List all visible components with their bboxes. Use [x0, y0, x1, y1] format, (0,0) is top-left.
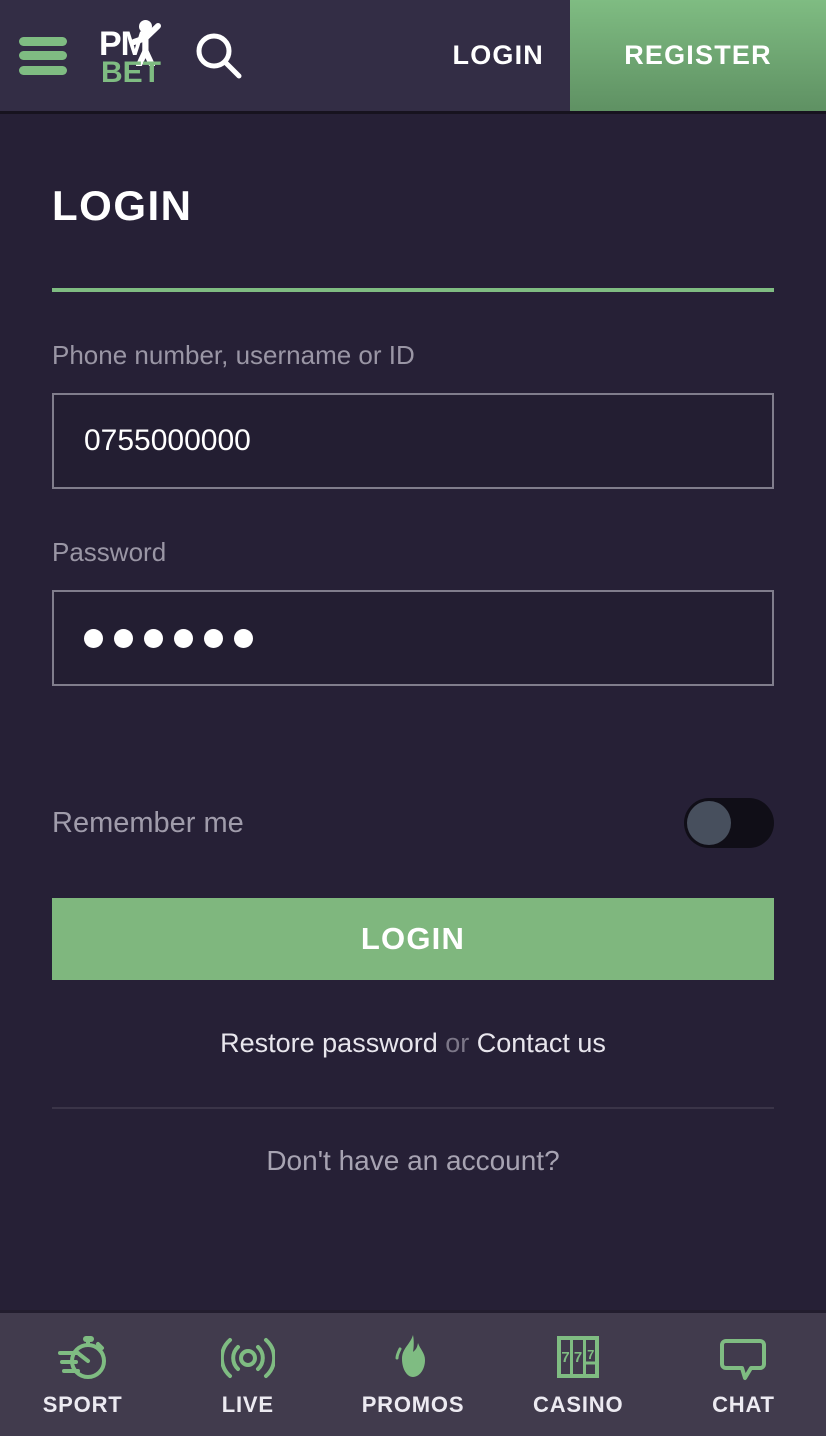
remember-me-toggle[interactable] — [684, 798, 774, 848]
svg-text:7: 7 — [562, 1349, 570, 1366]
slot-machine-777-icon: 7 7 7 — [557, 1336, 600, 1378]
password-dot — [144, 628, 163, 648]
logo-text-secondary: BET — [101, 55, 161, 89]
hamburger-menu-icon[interactable] — [19, 36, 67, 75]
contact-us-link[interactable]: Contact us — [477, 1028, 606, 1058]
nav-item-live[interactable]: LIVE — [165, 1313, 330, 1436]
username-field-label: Phone number, username or ID — [52, 340, 415, 370]
page-title: LOGIN — [52, 182, 193, 229]
svg-text:7: 7 — [574, 1349, 582, 1366]
hamburger-bar — [19, 51, 67, 60]
nav-label-chat: CHAT — [712, 1392, 775, 1417]
header-login-link[interactable]: LOGIN — [427, 40, 571, 71]
toggle-knob — [687, 801, 731, 845]
password-dot — [114, 628, 133, 648]
header-register-button[interactable]: REGISTER — [570, 0, 826, 111]
nav-label-sport: SPORT — [42, 1392, 123, 1417]
section-divider — [52, 1107, 774, 1109]
password-input[interactable] — [52, 590, 774, 686]
password-dot — [204, 628, 223, 648]
login-submit-button[interactable]: LOGIN — [52, 898, 774, 980]
flame-icon — [395, 1335, 425, 1377]
nav-item-chat[interactable]: CHAT — [661, 1313, 826, 1436]
remember-me-label: Remember me — [52, 806, 244, 839]
password-field-label: Password — [52, 537, 167, 567]
nav-label-casino: CASINO — [533, 1392, 624, 1417]
search-icon[interactable] — [193, 30, 245, 82]
nav-item-casino[interactable]: 7 7 7 CASINO — [496, 1313, 661, 1436]
username-input[interactable]: 0755000000 — [52, 393, 774, 489]
restore-password-link[interactable]: Restore password — [220, 1028, 438, 1058]
password-dot — [84, 628, 103, 648]
password-dot — [234, 628, 253, 648]
hamburger-bar — [19, 36, 67, 46]
nav-item-promos[interactable]: PROMOS — [330, 1313, 495, 1436]
nav-label-live: LIVE — [221, 1392, 274, 1417]
broadcast-waves-icon — [220, 1338, 275, 1378]
password-masked-value — [84, 628, 253, 648]
password-dot — [174, 628, 193, 648]
no-account-text: Don't have an account? — [266, 1145, 560, 1176]
helper-links: Restore password or Contact us — [52, 1028, 774, 1059]
svg-text:7: 7 — [587, 1347, 594, 1362]
nav-item-sport[interactable]: SPORT — [0, 1313, 165, 1436]
login-page: PM BET LOGIN REGISTER LOGIN Phone number… — [0, 0, 826, 1436]
stopwatch-icon — [57, 1336, 106, 1379]
speech-bubble-icon — [720, 1339, 767, 1380]
title-underline — [52, 288, 774, 292]
hamburger-bar — [19, 65, 67, 75]
nav-label-promos: PROMOS — [361, 1392, 465, 1417]
app-header: PM BET LOGIN REGISTER — [0, 0, 826, 114]
remember-me-row: Remember me — [52, 798, 774, 848]
brand-logo[interactable]: PM BET — [99, 19, 165, 92]
bottom-navigation: SPORT LIVE PROMOS 7 7 7 CASINO CHAT — [0, 1310, 826, 1436]
links-separator: or — [445, 1028, 470, 1058]
login-form-section: LOGIN Phone number, username or ID 07550… — [0, 114, 826, 1310]
